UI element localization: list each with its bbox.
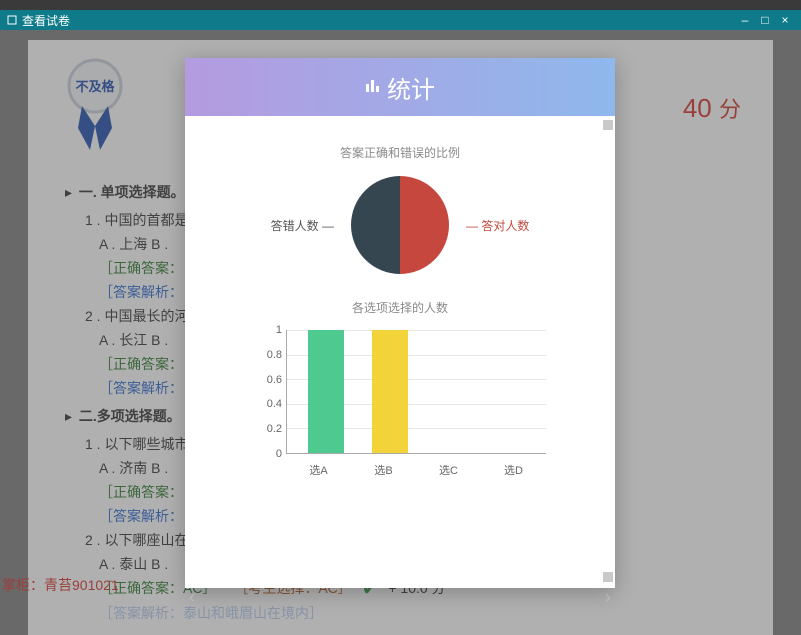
modal-header: 统计 <box>185 58 615 116</box>
pie-slice-right <box>400 176 449 274</box>
titlebar: 查看试卷 – □ × <box>0 10 801 30</box>
pie-slice-wrong <box>351 176 400 274</box>
modal-prev[interactable]: ‹ <box>189 587 195 605</box>
xlabel-c: 选C <box>416 458 481 480</box>
maximize-button[interactable]: □ <box>755 13 775 27</box>
doc-icon <box>6 14 18 26</box>
modal-nav: ‹ › <box>185 587 615 605</box>
bar-b <box>372 330 408 453</box>
pie-right-label: 答对人数 <box>481 219 529 233</box>
xlabel-d: 选D <box>481 458 546 480</box>
xlabel-a: 选A <box>286 458 351 480</box>
modal-title: 统计 <box>387 70 435 105</box>
pie-left-label: 答错人数 <box>271 219 319 233</box>
bar-chart-icon <box>365 78 381 97</box>
pie-svg <box>350 175 450 275</box>
chart1-title: 答案正确和错误的比例 <box>201 144 599 161</box>
bar-chart: 1 0.8 0.6 0.4 0.2 0 选A 选B 选C 选D <box>250 330 550 480</box>
xlabel-b: 选B <box>351 458 416 480</box>
bar-a <box>308 330 344 453</box>
window-title: 查看试卷 <box>22 12 70 29</box>
minimize-button[interactable]: – <box>735 13 755 27</box>
bar-plot-area <box>286 330 546 454</box>
close-button[interactable]: × <box>775 13 795 27</box>
chart2-title: 各选项选择的人数 <box>201 299 599 316</box>
pie-chart: 答错人数 — — 答对人数 <box>201 175 599 275</box>
modal-next[interactable]: › <box>605 587 611 605</box>
stats-modal: 统计 答案正确和错误的比例 答错人数 — — 答对人数 各选项选择的人数 1 0… <box>185 58 615 588</box>
modal-scrollbar[interactable] <box>603 120 613 582</box>
